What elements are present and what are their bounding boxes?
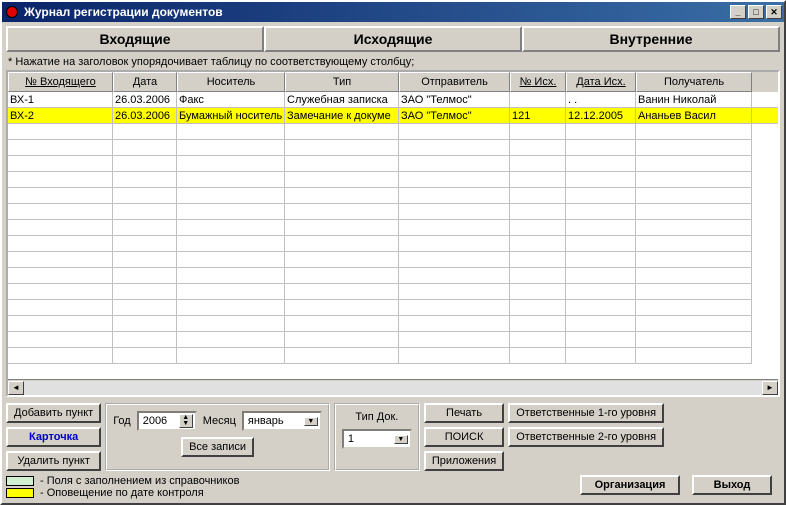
legend-green-text: - Поля с заполнением из справочников [40, 475, 239, 487]
scroll-track[interactable] [24, 381, 762, 395]
delete-item-button[interactable]: Удалить пункт [6, 451, 101, 471]
legend-swatch-green [6, 476, 34, 486]
doctype-label: Тип Док. [355, 411, 398, 423]
cell: Ананьев Васил [636, 108, 752, 123]
legend-yellow-text: - Оповещение по дате контроля [40, 487, 204, 499]
year-spinner[interactable]: 2006 ▲▼ [137, 411, 197, 431]
exit-button[interactable]: Выход [692, 475, 772, 495]
attachments-button[interactable]: Приложения [424, 451, 504, 471]
col-recipient[interactable]: Получатель [636, 72, 752, 92]
tabs: Входящие Исходящие Внутренние [6, 26, 780, 52]
grid-body[interactable]: ВХ-1 26.03.2006 Факс Служебная записка З… [8, 92, 778, 379]
grid-header: № Входящего Дата Носитель Тип Отправител… [8, 72, 778, 92]
col-out-date[interactable]: Дата Исх. [566, 72, 636, 92]
doctype-value: 1 [348, 433, 354, 445]
organization-button[interactable]: Организация [580, 475, 680, 495]
doctype-panel: Тип Док. 1 ▼ [334, 403, 420, 471]
minimize-button[interactable]: _ [730, 5, 746, 19]
grid: № Входящего Дата Носитель Тип Отправител… [6, 70, 780, 397]
filter-panel: Год 2006 ▲▼ Месяц январь ▼ Все записи [105, 403, 330, 471]
print-button[interactable]: Печать [424, 403, 504, 423]
year-label: Год [113, 415, 131, 427]
responsible-level1-button[interactable]: Ответственные 1-го уровня [508, 403, 664, 423]
scroll-right-icon[interactable]: ► [762, 381, 778, 395]
cell: 12.12.2005 [566, 108, 636, 123]
search-button[interactable]: ПОИСК [424, 427, 504, 447]
maximize-button[interactable]: □ [748, 5, 764, 19]
table-row[interactable]: ВХ-1 26.03.2006 Факс Служебная записка З… [8, 92, 778, 108]
sort-hint: * Нажатие на заголовок упорядочивает таб… [6, 52, 780, 70]
cell: Ванин Николай [636, 92, 752, 107]
doctype-combo[interactable]: 1 ▼ [342, 429, 412, 449]
cell: Бумажный носитель [177, 108, 285, 123]
record-icon [6, 6, 18, 18]
cell: Служебная записка [285, 92, 399, 107]
month-value: январь [248, 415, 284, 427]
card-button[interactable]: Карточка [6, 427, 101, 447]
add-item-button[interactable]: Добавить пункт [6, 403, 101, 423]
cell: ЗАО "Телмос" [399, 92, 510, 107]
col-incoming-no[interactable]: № Входящего [8, 72, 113, 92]
col-type[interactable]: Тип [285, 72, 399, 92]
col-carrier[interactable]: Носитель [177, 72, 285, 92]
tab-incoming[interactable]: Входящие [6, 26, 264, 52]
legend-swatch-yellow [6, 488, 34, 498]
scroll-left-icon[interactable]: ◄ [8, 381, 24, 395]
cell: Замечание к докуме [285, 108, 399, 123]
cell: 121 [510, 108, 566, 123]
table-row[interactable]: ВХ-2 26.03.2006 Бумажный носитель Замеча… [8, 108, 778, 124]
horizontal-scrollbar[interactable]: ◄ ► [8, 379, 778, 395]
col-out-no[interactable]: № Исх. [510, 72, 566, 92]
month-combo[interactable]: январь ▼ [242, 411, 322, 431]
cell: ЗАО "Телмос" [399, 108, 510, 123]
col-sender[interactable]: Отправитель [399, 72, 510, 92]
all-records-button[interactable]: Все записи [181, 437, 254, 457]
cell: ВХ-1 [8, 92, 113, 107]
cell: . . [566, 92, 636, 107]
cell [510, 92, 566, 107]
col-date[interactable]: Дата [113, 72, 177, 92]
cell: Факс [177, 92, 285, 107]
close-button[interactable]: ✕ [766, 5, 782, 19]
year-value: 2006 [143, 415, 167, 427]
responsible-level2-button[interactable]: Ответственные 2-го уровня [508, 427, 664, 447]
cell: ВХ-2 [8, 108, 113, 123]
window-title: Журнал регистрации документов [24, 5, 730, 19]
cell: 26.03.2006 [113, 108, 177, 123]
titlebar: Журнал регистрации документов _ □ ✕ [2, 2, 784, 22]
tab-internal[interactable]: Внутренние [522, 26, 780, 52]
month-label: Месяц [203, 415, 236, 427]
cell: 26.03.2006 [113, 92, 177, 107]
tab-outgoing[interactable]: Исходящие [264, 26, 522, 52]
